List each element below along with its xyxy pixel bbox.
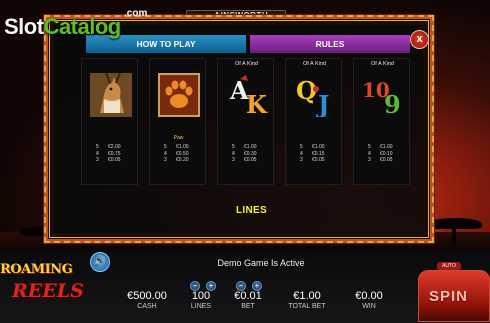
svg-text:K: K — [246, 90, 268, 117]
watermark-text: SlotCatalog — [4, 14, 121, 39]
total-bet-label: TOTAL BET — [288, 303, 326, 310]
card-pay-table: 5 €1.00 4 €0.30 3 €0.05 — [232, 144, 257, 164]
antelope-icon — [90, 73, 132, 117]
card-pay-table: 5 €1.00 4 €0.15 3 €0.05 — [300, 144, 325, 164]
card-pay-table: 5 €2.00 4 €0.75 3 €0.05 — [96, 144, 121, 164]
spin-button[interactable]: SPIN — [418, 270, 490, 322]
queen-jack-icon: Q J — [296, 76, 329, 117]
spin-label: SPIN — [429, 288, 469, 305]
lines-label: LINES — [190, 303, 212, 310]
total-bet-display: €1.00 TOTAL BET — [280, 290, 334, 312]
svg-text:9: 9 — [384, 90, 401, 117]
card-heading: Of A Kind — [303, 61, 326, 67]
ace-king-icon: A K — [229, 75, 268, 117]
section-label-lines: LINES — [236, 205, 267, 216]
win-display: €0.00 WIN — [342, 290, 396, 312]
paytable-card-10-9: Of A Kind 10 9 5 €1.00 4 €0.10 3 €0.05 — [353, 58, 410, 185]
cash-display: €500.00 CASH — [118, 290, 176, 312]
sound-toggle-button[interactable]: 🔊 — [90, 252, 110, 272]
total-bet-value: €1.00 — [293, 290, 321, 302]
card-heading: Of A Kind — [235, 61, 258, 67]
bet-display: €0.01 BET — [225, 290, 271, 312]
paytable-card-antelope: 5 €2.00 4 €0.75 3 €0.05 — [81, 58, 138, 185]
card-symbol-label: Paw — [173, 135, 184, 141]
win-value: €0.00 — [355, 290, 383, 302]
cash-value: €500.00 — [127, 290, 167, 302]
lines-value: 100 — [191, 290, 211, 302]
acacia-trunk-right — [452, 226, 456, 244]
speaker-icon: 🔊 — [93, 256, 107, 267]
paytable-card-a-k: Of A Kind A K 5 €1.00 4 €0.30 3 €0.05 — [217, 58, 274, 185]
close-icon: x — [416, 33, 423, 45]
ten-nine-icon: 10 9 — [362, 78, 401, 117]
card-pay-table: 5 €1.00 4 €0.50 3 €0.20 — [164, 144, 189, 164]
tab-rules[interactable]: RULES — [250, 35, 410, 53]
card-pay-table: 5 €1.00 4 €0.10 3 €0.05 — [368, 144, 393, 164]
game-logo-line2: REELS — [12, 280, 84, 302]
svg-text:J: J — [316, 90, 329, 117]
paw-icon — [158, 73, 200, 117]
game-logo: ROAMING REELS — [0, 262, 86, 312]
paytable-card-q-j: Of A Kind Q J 5 €1.00 4 €0.15 3 €0.05 — [285, 58, 342, 185]
lines-display: 100 LINES — [176, 290, 226, 312]
card-heading: Of A Kind — [371, 61, 394, 67]
game-logo-line1: ROAMING — [0, 262, 73, 277]
watermark-logo: .com SlotCatalog — [4, 4, 154, 42]
bet-value: €0.01 — [234, 290, 262, 302]
status-message: Demo Game Is Active — [217, 258, 305, 268]
win-label: WIN — [362, 303, 376, 310]
paytable-card-paw: Paw 5 €1.00 4 €0.50 3 €0.20 — [149, 58, 206, 185]
watermark-com: .com — [124, 8, 148, 19]
cash-label: CASH — [137, 303, 157, 310]
bet-label: BET — [241, 303, 255, 310]
close-button[interactable]: x — [410, 30, 429, 49]
